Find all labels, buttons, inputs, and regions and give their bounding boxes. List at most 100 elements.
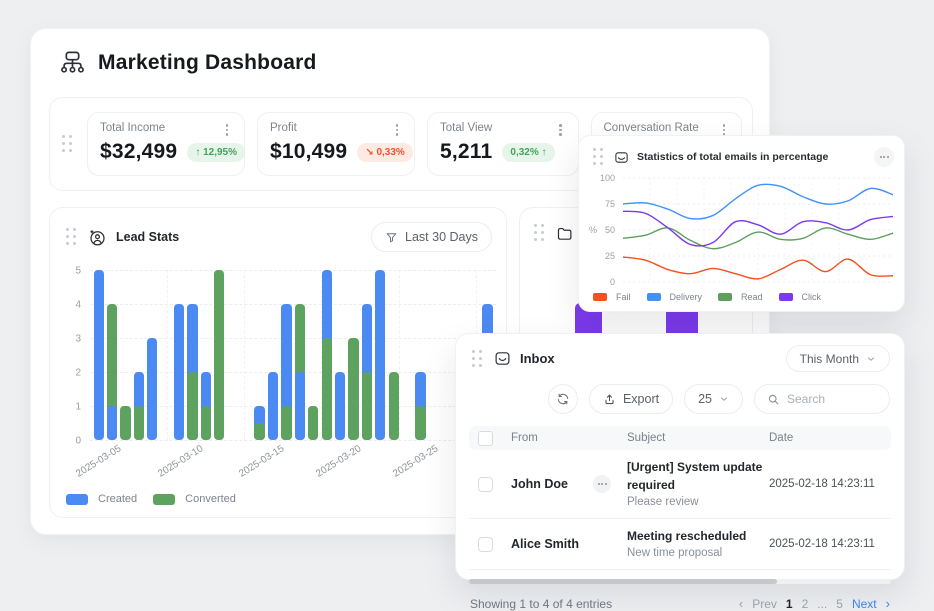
drag-handle-icon[interactable]: [470, 348, 485, 370]
bar-slot: [94, 270, 104, 440]
refresh-button[interactable]: [548, 384, 578, 414]
legend-swatch-delivery: [647, 293, 661, 301]
bar-converted[interactable]: [214, 270, 224, 440]
x-tick-label: 2025-03-20: [314, 443, 363, 479]
next-button[interactable]: Next: [852, 597, 877, 611]
y-tick-label: 3: [75, 334, 81, 345]
period-select[interactable]: This Month: [786, 345, 890, 372]
drag-handle-icon[interactable]: [60, 133, 75, 155]
bar-converted[interactable]: [389, 372, 399, 440]
y-tick-label: 5: [75, 266, 81, 277]
page-button[interactable]: 2: [802, 597, 809, 611]
kebab-menu-icon[interactable]: [220, 122, 234, 138]
select-all-checkbox[interactable]: [478, 431, 493, 446]
bar-converted[interactable]: [134, 406, 144, 440]
bar-created[interactable]: [94, 270, 104, 440]
row-checkbox[interactable]: [478, 537, 493, 552]
chevron-left-icon[interactable]: ‹: [739, 596, 743, 611]
y-tick-label: 1: [75, 402, 81, 413]
stat-card-profit: Profit $10,499 ↘ 0,33%: [257, 112, 415, 176]
bar-converted[interactable]: [281, 406, 291, 440]
bar-converted[interactable]: [415, 406, 425, 440]
folder-icon: [556, 225, 573, 242]
kebab-menu-icon[interactable]: [554, 122, 568, 138]
trend-badge: ↑ 12,95%: [187, 143, 245, 162]
page-size-select[interactable]: 25: [684, 384, 743, 414]
bar-slot: [429, 270, 439, 440]
bar-converted[interactable]: [322, 338, 332, 440]
legend-label-click: Click: [802, 292, 822, 302]
drag-handle-icon[interactable]: [532, 222, 547, 244]
search-input[interactable]: [787, 392, 873, 406]
email-subject: [Urgent] System update required: [627, 458, 769, 494]
export-icon: [603, 393, 616, 406]
bar-slot: [187, 270, 197, 440]
bar-converted[interactable]: [308, 406, 318, 440]
email-preview: Please review: [627, 494, 769, 510]
funnel-icon: [385, 231, 398, 244]
bar-slot: [442, 270, 452, 440]
bar-slot: [161, 270, 171, 440]
email-date: 2025-02-18 14:23:11: [769, 478, 891, 490]
envelope-icon: [614, 150, 629, 165]
y-tick-label: 75: [605, 199, 615, 209]
bar-created[interactable]: [147, 338, 157, 440]
chevron-right-icon[interactable]: ›: [886, 596, 890, 611]
bar-converted[interactable]: [362, 372, 372, 440]
drag-handle-icon[interactable]: [64, 226, 79, 248]
legend-swatch-fail: [593, 293, 607, 301]
y-tick-label: 4: [75, 300, 81, 311]
kebab-menu-icon[interactable]: [390, 122, 404, 138]
bar-created[interactable]: [375, 270, 385, 440]
more-options-button[interactable]: [874, 147, 894, 167]
bar-converted[interactable]: [348, 338, 358, 440]
lead-x-axis-labels: 2025-03-052025-03-102025-03-152025-03-20…: [90, 446, 496, 484]
y-tick-label: 0: [610, 277, 615, 287]
bar-slot: [322, 270, 332, 440]
bar-slot: [147, 270, 157, 440]
bar-created[interactable]: [295, 372, 305, 440]
legend-label-delivery: Delivery: [670, 292, 703, 302]
chevron-down-icon: [866, 354, 876, 364]
search-box: [754, 384, 890, 414]
stat-value: 5,211: [440, 140, 492, 164]
x-tick-label: 2025-03-05: [74, 443, 123, 479]
bar-converted[interactable]: [187, 372, 197, 440]
lead-stats-card: Lead Stats Last 30 Days 012345 2025-03-0…: [49, 207, 507, 518]
row-menu-button[interactable]: [593, 475, 611, 493]
bar-created[interactable]: [335, 372, 345, 440]
bar-slot: [228, 270, 238, 440]
bar-slot: [362, 270, 372, 440]
bar-converted[interactable]: [254, 423, 264, 440]
horizontal-scrollbar[interactable]: [469, 579, 891, 584]
row-checkbox[interactable]: [478, 477, 493, 492]
chevron-down-icon: [719, 394, 729, 404]
column-header-subject: Subject: [627, 432, 769, 444]
bar-converted[interactable]: [120, 406, 130, 440]
lead-bar-chart: 012345: [90, 270, 496, 440]
bar-created[interactable]: [268, 372, 278, 440]
bar-converted[interactable]: [201, 406, 211, 440]
drag-handle-icon[interactable]: [591, 146, 606, 168]
page-button[interactable]: 5: [836, 597, 843, 611]
lead-filter-button[interactable]: Last 30 Days: [371, 222, 492, 252]
inbox-toolbar: Export 25: [456, 372, 904, 414]
trend-badge: ↘ 0,33%: [357, 143, 413, 162]
inbox-card: Inbox This Month Export 25: [455, 333, 905, 580]
table-row[interactable]: John Doe [Urgent] System update required…: [469, 450, 891, 519]
legend-label-fail: Fail: [616, 292, 631, 302]
export-button[interactable]: Export: [589, 384, 673, 414]
line-series-fail: [623, 257, 893, 279]
bar-slot: [201, 270, 211, 440]
bar-slot: [281, 270, 291, 440]
scrollbar-thumb[interactable]: [469, 579, 777, 584]
prev-button[interactable]: Prev: [752, 597, 777, 611]
page-button[interactable]: 1: [786, 597, 793, 611]
period-label: This Month: [800, 352, 859, 366]
bar-created[interactable]: [107, 406, 117, 440]
table-row[interactable]: Alice Smith Meeting rescheduled New time…: [469, 519, 891, 570]
bar-slot: [295, 270, 305, 440]
bar-slot: [389, 270, 399, 440]
bar-created[interactable]: [174, 304, 184, 440]
y-tick-label: 0: [75, 436, 81, 447]
